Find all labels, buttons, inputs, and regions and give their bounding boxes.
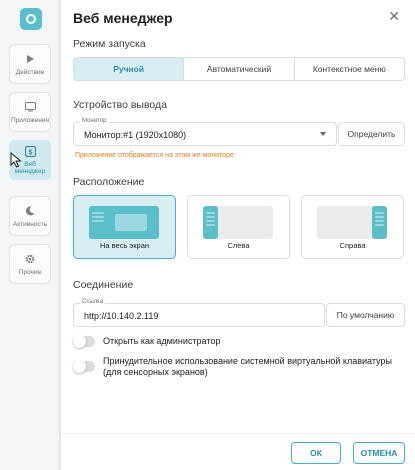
- launch-mode-manual[interactable]: Ручной: [74, 58, 185, 80]
- launch-mode-selector: Ручной Автоматический Контекстное меню: [73, 57, 405, 81]
- cancel-button[interactable]: ОТМЕНА: [353, 442, 405, 464]
- sidebar-item-label: Активность: [12, 220, 48, 228]
- sidebar-item-action[interactable]: Действие: [9, 44, 51, 84]
- web-manager-icon: $: [23, 145, 37, 157]
- dialog-footer: ОК ОТМЕНА: [61, 433, 415, 470]
- close-icon[interactable]: ✕: [388, 8, 400, 25]
- sidebar-item-label: Действие: [15, 68, 45, 76]
- play-icon: [23, 53, 37, 65]
- link-input-label: Ссылка: [80, 299, 106, 305]
- monitor-select-label: Монитор: [80, 118, 109, 124]
- output-device-heading: Устройство вывода: [73, 99, 168, 111]
- sidebar-item-label: Приложения: [10, 116, 50, 124]
- placement-fullscreen[interactable]: На весь экран: [73, 195, 176, 259]
- sidebar-item-apps[interactable]: Приложения: [9, 92, 51, 132]
- launch-mode-automatic[interactable]: Автоматический: [184, 58, 295, 80]
- launch-mode-context-menu[interactable]: Контекстное меню: [295, 58, 404, 80]
- monitor-select[interactable]: Монитор Монитор:#1 (1920x1080): [73, 118, 337, 146]
- sidebar-item-activity[interactable]: Активность: [9, 196, 51, 236]
- app-logo-icon: [20, 8, 42, 30]
- gear-icon: [23, 253, 37, 265]
- chevron-down-icon: [320, 132, 326, 136]
- placement-left[interactable]: Слева: [187, 195, 290, 259]
- monitor-warning: Приложение отображается на этом же монит…: [75, 152, 234, 159]
- sidebar-item-label: Прочие: [18, 268, 42, 276]
- sidebar: Действие Приложения $ Веб менеджер Актив…: [0, 0, 60, 470]
- link-input[interactable]: Ссылка http://10.140.2.119: [73, 299, 325, 327]
- launch-mode-heading: Режим запуска: [73, 38, 146, 50]
- virtual-keyboard-toggle[interactable]: [73, 360, 95, 373]
- placement-left-label: Слева: [227, 241, 250, 250]
- placement-heading: Расположение: [73, 176, 145, 188]
- placement-right-label: Справа: [339, 241, 366, 250]
- run-as-admin-label: Открыть как администратор: [103, 336, 221, 346]
- dialog-title: Веб менеджер: [73, 10, 173, 26]
- connection-heading: Соединение: [73, 279, 134, 291]
- detect-button[interactable]: Определить: [338, 122, 405, 146]
- svg-text:$: $: [28, 149, 32, 156]
- ok-button[interactable]: ОК: [291, 442, 341, 464]
- default-button[interactable]: По умолчанию: [326, 303, 405, 327]
- right-thumbnail: [317, 206, 387, 239]
- run-as-admin-toggle[interactable]: [73, 335, 95, 348]
- placement-right[interactable]: Справа: [301, 195, 404, 259]
- left-thumbnail: [203, 206, 273, 239]
- placement-fullscreen-label: На весь экран: [99, 241, 150, 250]
- monitor-select-value: Монитор:#1 (1920x1080): [84, 130, 187, 140]
- sidebar-item-other[interactable]: Прочие: [9, 244, 51, 284]
- moon-icon: [23, 205, 37, 217]
- virtual-keyboard-label: Принудительное использование системной в…: [103, 356, 392, 377]
- link-input-value: http://10.140.2.119: [84, 311, 159, 321]
- mouse-cursor-icon: [10, 151, 22, 173]
- fullscreen-thumbnail: [89, 206, 159, 239]
- monitor-icon: [23, 101, 37, 113]
- dialog-panel: Веб менеджер ✕ Режим запуска Ручной Авто…: [60, 0, 415, 470]
